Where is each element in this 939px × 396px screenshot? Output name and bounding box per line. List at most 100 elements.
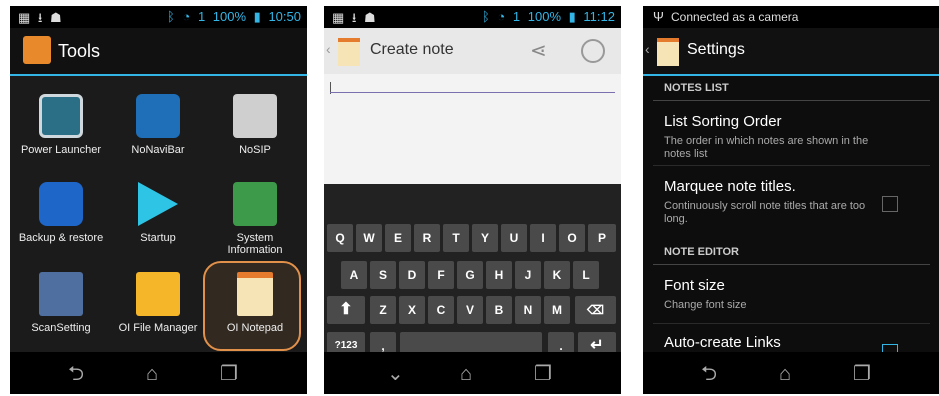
app-label: Startup xyxy=(140,232,176,244)
key-j[interactable]: J xyxy=(515,261,541,289)
back-icon[interactable]: ⮌ xyxy=(701,364,717,384)
battery-icon: ▮ xyxy=(568,9,576,24)
key-v[interactable]: V xyxy=(457,296,483,324)
app-startup[interactable]: Startup xyxy=(109,168,207,256)
notepad-app-icon[interactable] xyxy=(338,38,360,66)
bluetooth-icon: ᛒ xyxy=(167,9,175,24)
folder-icon xyxy=(136,272,180,316)
key-k[interactable]: K xyxy=(544,261,570,289)
app-power-launcher[interactable]: Power Launcher xyxy=(12,80,110,168)
status-bar: ▦ ⭳ ☗ ᛒ ◔ 1 100% ▮ 10:50 xyxy=(10,6,307,28)
section-header-notes-list: NOTES LIST xyxy=(664,82,729,94)
pref-list-sorting-order[interactable]: List Sorting Order The order in which no… xyxy=(643,101,939,165)
key-s[interactable]: S xyxy=(370,261,396,289)
note-editor[interactable] xyxy=(324,74,621,184)
action-bar: Tools xyxy=(10,28,307,76)
marquee-checkbox[interactable] xyxy=(882,196,898,212)
app-backup-restore[interactable]: Backup & restore xyxy=(12,168,110,256)
phone-screen-create-note: ▦ ⭳ ☗ ᛒ ◔ 1 100% ▮ 11:12 ‹ Create note ⋖… xyxy=(324,6,621,394)
navigation-bar: ⮌ ⌂ ❐ xyxy=(10,352,307,394)
app-label: Backup & restore xyxy=(18,232,104,244)
key-c[interactable]: C xyxy=(428,296,454,324)
settings-list: NOTES LIST List Sorting Order The order … xyxy=(643,76,939,352)
backspace-key[interactable]: ⌫ xyxy=(575,296,616,324)
pref-title: List Sorting Order xyxy=(664,113,782,130)
section-header-note-editor: NOTE EDITOR xyxy=(664,246,739,258)
key-t[interactable]: T xyxy=(443,224,469,252)
status-bar: Ψ Connected as a camera xyxy=(643,6,939,28)
app-grid: Power Launcher NoNaviBar NoSIP Backup & … xyxy=(10,76,307,352)
status-text: Connected as a camera xyxy=(671,10,799,24)
key-i[interactable]: I xyxy=(530,224,556,252)
phone-screen-tools: ▦ ⭳ ☗ ᛒ ◔ 1 100% ▮ 10:50 Tools Power Lau… xyxy=(10,6,307,394)
soft-keyboard: Q W E R T Y U I O P A S D F G H J K L ⬆ … xyxy=(324,184,621,360)
page-title: Create note xyxy=(370,41,454,58)
key-y[interactable]: Y xyxy=(472,224,498,252)
navigation-bar: ⌄ ⌂ ❐ xyxy=(324,352,621,394)
wifi-icon: ◔ xyxy=(182,9,191,24)
bluetooth-icon: ᛒ xyxy=(481,9,490,24)
app-scansetting[interactable]: ScanSetting xyxy=(12,258,110,346)
recent-apps-icon[interactable]: ❐ xyxy=(853,364,871,384)
key-b[interactable]: B xyxy=(486,296,512,324)
up-chevron-icon[interactable]: ‹ xyxy=(645,41,650,57)
pref-title: Auto-create Links xyxy=(664,334,781,351)
tools-folder-icon[interactable] xyxy=(23,36,51,64)
signal-value: 1 xyxy=(197,9,206,24)
battery-value: 100% xyxy=(212,9,247,24)
shift-key[interactable]: ⬆ xyxy=(327,296,365,324)
nonavibar-icon xyxy=(136,94,180,138)
usb-icon: Ψ xyxy=(653,9,664,24)
key-p[interactable]: P xyxy=(588,224,616,252)
pref-title: Font size xyxy=(664,277,725,294)
key-h[interactable]: H xyxy=(486,261,512,289)
pref-font-size[interactable]: Font size Change font size xyxy=(643,265,939,323)
key-z[interactable]: Z xyxy=(370,296,396,324)
app-oi-file-manager[interactable]: OI File Manager xyxy=(109,258,207,346)
key-a[interactable]: A xyxy=(341,261,367,289)
app-system-information[interactable]: System Information xyxy=(206,168,304,256)
home-icon[interactable]: ⌂ xyxy=(146,364,158,384)
key-o[interactable]: O xyxy=(559,224,585,252)
key-u[interactable]: U xyxy=(501,224,527,252)
auto-links-checkbox[interactable] xyxy=(882,344,898,352)
key-r[interactable]: R xyxy=(414,224,440,252)
key-x[interactable]: X xyxy=(399,296,425,324)
hide-keyboard-icon[interactable]: ⌄ xyxy=(387,364,404,384)
overflow-menu-icon[interactable] xyxy=(581,39,605,63)
app-label: System Information xyxy=(227,232,283,256)
page-title: Tools xyxy=(58,41,101,61)
recent-apps-icon[interactable]: ❐ xyxy=(534,364,552,384)
clock: 10:50 xyxy=(268,9,301,24)
app-label: OI File Manager xyxy=(118,322,198,334)
key-e[interactable]: E xyxy=(385,224,411,252)
key-q[interactable]: Q xyxy=(327,224,353,252)
notepad-app-icon[interactable] xyxy=(657,38,679,66)
scan-setting-icon xyxy=(39,272,83,316)
app-nonavibar[interactable]: NoNaviBar xyxy=(109,80,207,168)
recent-apps-icon[interactable]: ❐ xyxy=(220,364,238,384)
wifi-icon: ◔ xyxy=(497,9,506,24)
app-nosip[interactable]: NoSIP xyxy=(206,80,304,168)
key-g[interactable]: G xyxy=(457,261,483,289)
pref-auto-create-links[interactable]: Auto-create Links xyxy=(643,324,939,352)
battery-value: 100% xyxy=(527,9,562,24)
pref-summary: Change font size xyxy=(664,299,747,311)
home-icon[interactable]: ⌂ xyxy=(460,364,472,384)
up-chevron-icon[interactable]: ‹ xyxy=(326,41,331,57)
key-f[interactable]: F xyxy=(428,261,454,289)
back-icon[interactable]: ⮌ xyxy=(68,364,84,384)
key-n[interactable]: N xyxy=(515,296,541,324)
status-bar: ▦ ⭳ ☗ ᛒ ◔ 1 100% ▮ 11:12 xyxy=(324,6,621,28)
key-l[interactable]: L xyxy=(573,261,599,289)
app-oi-notepad[interactable]: OI Notepad xyxy=(206,258,304,346)
key-w[interactable]: W xyxy=(356,224,382,252)
note-underline xyxy=(330,92,615,93)
power-launcher-icon xyxy=(39,94,83,138)
battery-icon: ▮ xyxy=(253,9,261,24)
key-d[interactable]: D xyxy=(399,261,425,289)
pref-marquee-note-titles[interactable]: Marquee note titles. Continuously scroll… xyxy=(643,166,939,236)
share-icon[interactable]: ⋖ xyxy=(530,38,547,63)
key-m[interactable]: M xyxy=(544,296,570,324)
home-icon[interactable]: ⌂ xyxy=(779,364,791,384)
